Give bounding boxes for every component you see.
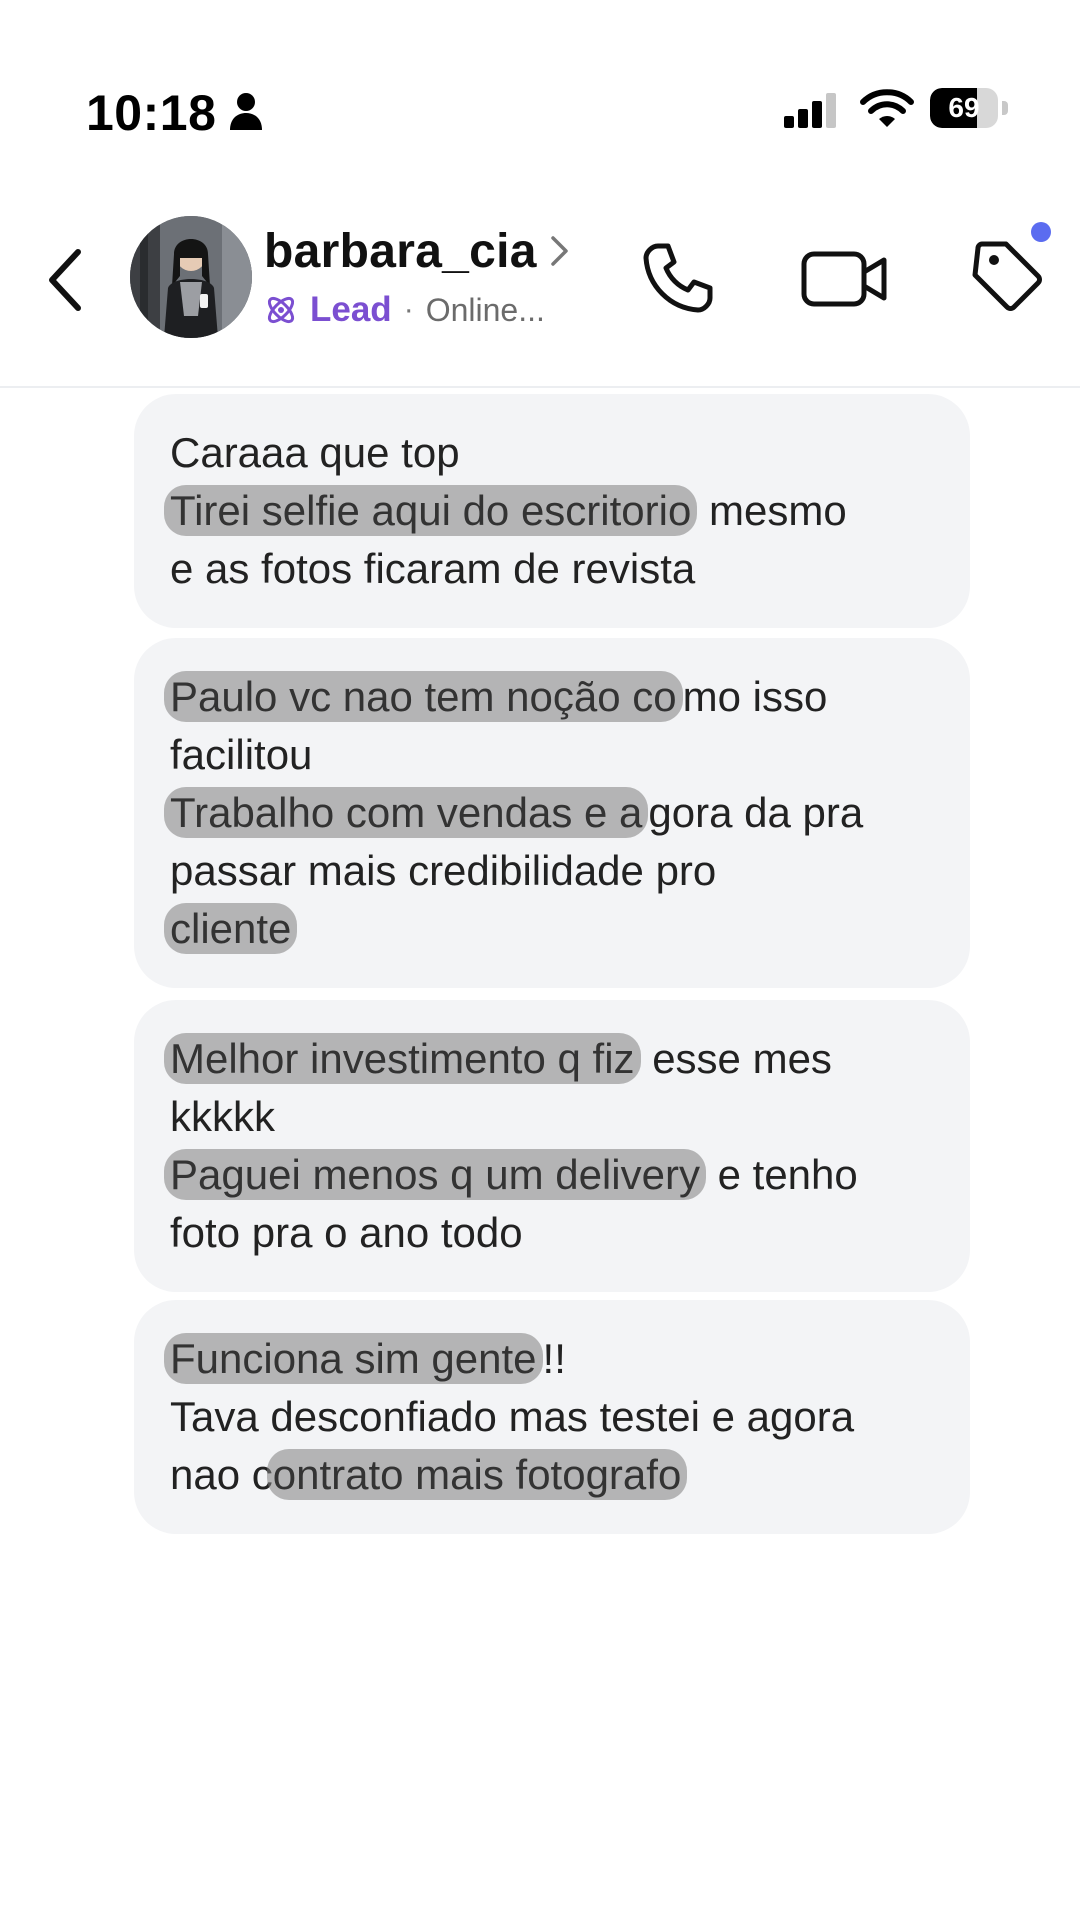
- video-camera-icon[interactable]: [800, 244, 890, 314]
- message-text: gora da pra: [648, 789, 864, 836]
- message-line: Funciona sim gente!!: [164, 1330, 940, 1388]
- highlighted-text: Trabalho com vendas e a: [164, 787, 649, 838]
- message-text: e tenho: [705, 1151, 858, 1198]
- chevron-right-icon: [551, 236, 568, 266]
- message-line: cliente: [164, 900, 940, 958]
- message-text: esse mes: [640, 1035, 832, 1082]
- status-bar: 10:18 69: [0, 0, 1080, 200]
- contact-username[interactable]: barbara_cia: [264, 224, 537, 279]
- message-list: Caraaa que top Tirei selfie aqui do escri…: [0, 388, 1080, 1588]
- back-chevron-icon[interactable]: [40, 240, 90, 320]
- message-bubble[interactable]: Melhor investimento q fiz esse mes kkkkk P…: [134, 1000, 970, 1292]
- message-text: e as fotos ficaram de revista: [170, 545, 696, 592]
- message-line: passar mais credibilidade pro: [170, 842, 940, 900]
- highlighted-text: ontrato mais fotografo: [266, 1449, 688, 1500]
- message-line: nao contrato mais fotografo: [170, 1446, 940, 1504]
- chat-header: barbara_cia Lead · Online...: [0, 200, 1080, 388]
- avatar-photo: [130, 216, 252, 338]
- lead-badge: Lead: [310, 290, 392, 329]
- message-text: !!: [542, 1335, 566, 1382]
- battery-level: 69: [948, 92, 980, 123]
- status-time: 10:18: [86, 85, 217, 141]
- message-line: Trabalho com vendas e a gora da pra: [164, 784, 940, 842]
- highlighted-text: Paguei menos q um delivery: [164, 1149, 706, 1200]
- highlighted-text: cliente: [164, 903, 298, 954]
- message-line: Paguei menos q um delivery e tenho: [164, 1146, 940, 1204]
- online-status: Online...: [425, 291, 545, 328]
- message-text: facilitou: [170, 731, 313, 778]
- message-line: e as fotos ficaram de revista: [170, 540, 940, 598]
- message-line: facilitou: [170, 726, 940, 784]
- wifi-icon: [860, 89, 914, 127]
- meta-separator: ·: [403, 293, 414, 326]
- message-text: foto pra o ano todo: [170, 1209, 523, 1256]
- phone-icon[interactable]: [640, 240, 716, 316]
- highlighted-text: Melhor investimento q fiz: [164, 1033, 641, 1084]
- message-bubble[interactable]: Paulo vc nao tem noção co mo isso facilito…: [134, 638, 970, 988]
- message-line: Tava desconfiado mas testei e agora: [170, 1388, 940, 1446]
- avatar[interactable]: [130, 216, 252, 338]
- message-line: Paulo vc nao tem noção co mo isso: [164, 668, 940, 726]
- message-text: kkkkk: [170, 1093, 275, 1140]
- highlighted-text: Paulo vc nao tem noção co: [164, 671, 683, 722]
- battery-icon: 69: [930, 88, 1010, 130]
- contact-meta: Lead · Online...: [264, 288, 604, 332]
- username-row[interactable]: barbara_cia: [264, 220, 604, 282]
- person-icon: [230, 93, 262, 130]
- tag-icon[interactable]: [970, 238, 1044, 314]
- message-line: Tirei selfie aqui do escritorio mesmo: [164, 482, 940, 540]
- message-text: mo isso: [682, 673, 828, 720]
- cellular-signal-icon: [784, 93, 836, 128]
- message-text: nao c: [170, 1451, 273, 1498]
- message-text: passar mais credibilidade pro: [170, 847, 717, 894]
- highlighted-text: Tirei selfie aqui do escritorio: [164, 485, 698, 536]
- message-line: Caraaa que top: [170, 424, 940, 482]
- battery-cap: [1002, 101, 1008, 115]
- message-line: Melhor investimento q fiz esse mes: [164, 1030, 940, 1088]
- battery-body: 69: [930, 88, 998, 128]
- lead-atom-icon: [267, 296, 295, 324]
- message-line: foto pra o ano todo: [170, 1204, 940, 1262]
- message-bubble[interactable]: Caraaa que top Tirei selfie aqui do escri…: [134, 394, 970, 628]
- message-text: mesmo: [697, 487, 847, 534]
- message-text: Tava desconfiado mas testei e agora: [170, 1393, 855, 1440]
- notification-dot: [1031, 222, 1051, 242]
- message-text: Caraaa que top: [170, 429, 460, 476]
- contact-info[interactable]: barbara_cia Lead · Online...: [264, 220, 604, 332]
- message-bubble[interactable]: Funciona sim gente!! Tava desconfiado mas…: [134, 1300, 970, 1534]
- message-line: kkkkk: [170, 1088, 940, 1146]
- highlighted-text: Funciona sim gente: [164, 1333, 543, 1384]
